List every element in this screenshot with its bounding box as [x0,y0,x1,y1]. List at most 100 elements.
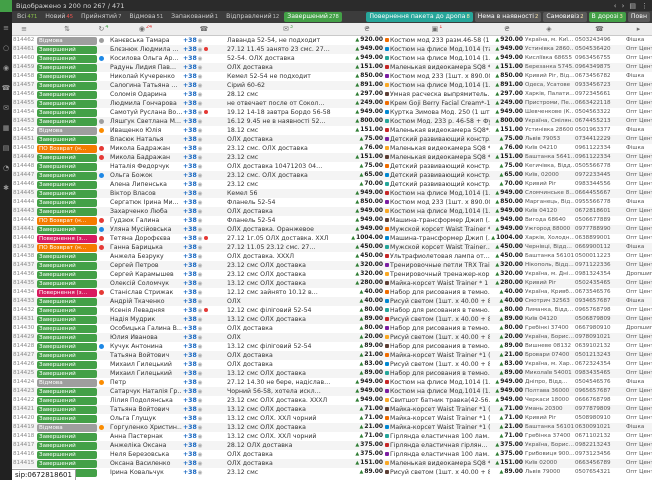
customer-phone[interactable]: 0503243496 [574,36,625,45]
table-row[interactable]: 814425ЗавершенийМихаил Гилецький+38◉13.1… [12,369,652,378]
customer-phone[interactable]: 0983344556 [574,180,625,189]
money-icon[interactable]: ₴ [350,25,384,33]
sort-icon[interactable]: ⇅ [36,25,98,33]
table-row[interactable]: 814430ЗавершенийОсобицька Галина В…+38◉О… [12,324,652,333]
table-row[interactable]: 814426ЗавершенийМихаил Гилецький+38◉ОЛХ … [12,360,652,369]
table-row[interactable]: 814445ЗавершенийВіктор Власов+38◉Кемел 5… [12,189,652,198]
contact-chip[interactable]: +38◉ [182,180,226,189]
contact-chip[interactable]: +38◉ [182,261,226,270]
customer-phone[interactable]: 0506677889 [574,216,625,225]
customer-phone[interactable]: 0965657687 [574,387,625,396]
contact-chip[interactable]: +38◉ [182,54,226,63]
tab-new[interactable]: Новий45 [42,12,76,22]
list-icon[interactable]: ▤ [3,145,10,152]
contact-chip[interactable]: +38◉ [182,468,226,477]
contact-chip[interactable]: +38◉ [182,45,226,54]
customer-phone[interactable]: 0502435465 [574,279,625,288]
contact-chip[interactable]: +38◉ [182,162,226,171]
contact-chip[interactable]: +38◉ [182,216,226,225]
customer-phone[interactable]: 0734412229 [574,135,625,144]
customer-phone[interactable]: 0965768798 [574,306,625,315]
customer-phone[interactable]: 0973123456 [574,450,625,459]
customer-phone[interactable]: 0971122336 [574,261,625,270]
customer-phone[interactable]: 0504563322 [574,108,625,117]
customer-phone[interactable]: 0934657687 [574,297,625,306]
table-row[interactable]: 814448ЗавершенийНаталія Федорчук+38◉ОЛХ … [12,162,652,171]
contact-chip[interactable]: +38◉ [182,450,226,459]
table-row[interactable]: 814460ЗавершенийКосилова Ольга Ар…+38◉52… [12,54,652,63]
table-row[interactable]: 814449ЗавершенийМикола Бадражан+38◉23.12… [12,153,652,162]
chat-icon[interactable]: ✉3 [226,25,350,33]
tab-all[interactable]: Всі471 [14,12,40,22]
table-row[interactable]: 814417ЗавершенийАнжеліка Оксана+38◉28.12… [12,441,652,450]
customer-phone[interactable]: 0982213243 [574,441,625,450]
contact-chip[interactable]: +38◉ [182,198,226,207]
contact-chip[interactable]: +38◉ [182,108,226,117]
tab-completed[interactable]: Завершений278 [284,12,342,22]
contact-chip[interactable]: +38◉ [182,189,226,198]
customer-phone[interactable]: 0667980910 [574,324,625,333]
customer-phone[interactable]: 0961122334 [574,153,625,162]
prev-page-icon[interactable]: ‹ [614,2,617,10]
contact-chip[interactable]: +38◉ [182,252,226,261]
tab-in-transit[interactable]: В дорозі3 [589,12,626,22]
contact-chip[interactable]: +38◉ [182,306,226,315]
customer-phone[interactable]: 0501963377 [574,126,625,135]
table-row[interactable]: 814451ЗавершенийВласюк Наталья+38◉ОЛХ до… [12,135,652,144]
table-row[interactable]: 814431ЗавершенийНадія Мудрик+38◉13.12 см… [12,315,652,324]
table-row[interactable]: 814427ЗавершенийТатьяна Войтович+38◉ОЛХ … [12,351,652,360]
table-row[interactable]: 814418ЗавершенийАнна Пастернак+38◉13.12 … [12,432,652,441]
contact-chip[interactable]: +38◉ [182,243,226,252]
table-row[interactable]: 814441ЗавершенийУляна Мусійовська+38◉ОЛХ… [12,225,652,234]
contact-chip[interactable]: +38◉ [182,63,226,72]
tab-shipped[interactable]: Відправлений12 [223,12,282,22]
contact-chip[interactable]: +38◉ [182,126,226,135]
customer-phone[interactable]: 0933456723 [574,81,625,90]
contact-chip[interactable]: +38◉ [182,405,226,414]
customer-phone[interactable]: 0504546576 [574,378,625,387]
contact-chip[interactable]: +38◉ [182,333,226,342]
more-menu-icon[interactable]: ⋮ [641,2,648,10]
customer-phone[interactable]: 0507654321 [574,468,625,477]
table-row[interactable]: 814444ЗавершенийСергатюк Ірина Ми…+38◉Фл… [12,198,652,207]
customer-phone[interactable]: 0673546576 [574,288,625,297]
customer-phone[interactable]: 0972233445 [574,171,625,180]
app-logo[interactable] [0,0,12,12]
money-icon[interactable]: ₴ [490,25,524,33]
contact-chip[interactable]: +38◉ [182,387,226,396]
clock-icon[interactable]: ◔ [3,165,9,172]
contact-chip[interactable]: +38◉ [182,171,226,180]
table-row[interactable]: 814452ВідмоваИващенко Юлія+38◉18.12 смс▲… [12,126,652,135]
box-icon[interactable]: ▣1 [384,25,490,33]
contact-chip[interactable]: +38◉ [182,315,226,324]
table-row[interactable]: 814447ЗавершенийОльга Божок+38◉23.12 смс… [12,171,652,180]
next-page-icon[interactable]: › [622,2,625,10]
table-row[interactable]: 814456ЗавершенийСоломія Одарина+38◉28.12… [12,90,652,99]
contact-chip[interactable]: +38◉ [182,396,226,405]
contact-chip[interactable]: +38◉ [182,342,226,351]
customer-phone[interactable]: 0666768798 [574,396,625,405]
table-row[interactable]: 814457ЗавершенийСалогина Татьяна …+38◉Сі… [12,81,652,90]
table-row[interactable]: 814419ВідмоваГоргуленко Христин…+38◉13.1… [12,423,652,432]
customer-phone[interactable]: 0630091021 [574,423,625,432]
table-row[interactable]: 814414ЗавершенийІрина Ковальчук+38◉23.12… [12,468,652,477]
phone-icon[interactable]: ☎ [2,85,11,92]
customer-phone[interactable]: 0672818601 [574,207,625,216]
table-row[interactable]: 814415ЗавершенийОксана Василенко+38◉ОЛХ … [12,459,652,468]
contact-chip[interactable]: +38◉ [182,144,226,153]
contact-chip[interactable]: +38◉ [182,81,226,90]
contact-chip[interactable]: +38◉ [182,351,226,360]
contact-chip[interactable]: +38◉ [182,297,226,306]
menu-icon[interactable]: ≡ [3,25,9,32]
menu-icon[interactable]: ≡ [12,25,36,33]
location-icon[interactable]: ◈ [524,25,574,33]
contact-chip[interactable]: +38◉ [182,72,226,81]
table-row[interactable]: 814436ЗавершенийСергей Карамышев+38◉23.1… [12,270,652,279]
tab-out-of-stock[interactable]: Нема в наявності2 [475,12,542,22]
contact-chip[interactable]: +38◉ [182,279,226,288]
contact-chip[interactable]: +38◉ [182,117,226,126]
customer-phone[interactable]: 0664455667 [574,189,625,198]
contact-chip[interactable]: +38◉ [182,324,226,333]
contact-chip[interactable]: +38◉ [182,99,226,108]
contact-chip[interactable]: +38◉ [182,135,226,144]
